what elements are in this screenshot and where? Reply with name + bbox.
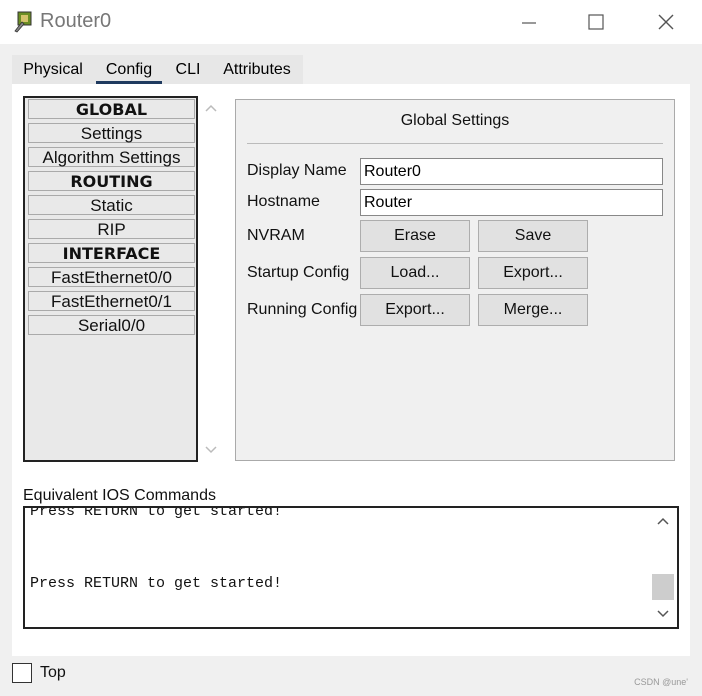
console-line: Press RETURN to get started! — [30, 506, 283, 520]
watermark: CSDN @une' — [634, 677, 688, 687]
sidebar-item-static[interactable]: Static — [28, 195, 195, 215]
startup-config-label: Startup Config — [247, 264, 350, 281]
ios-commands-label: Equivalent IOS Commands — [23, 487, 216, 504]
scroll-down-icon[interactable] — [204, 445, 218, 455]
title-bar: Router0 — [0, 0, 702, 44]
tab-cli[interactable]: CLI — [170, 55, 206, 85]
merge-running-button[interactable]: Merge... — [478, 294, 588, 326]
sidebar-item-serial0-0[interactable]: Serial0/0 — [28, 315, 195, 335]
erase-button[interactable]: Erase — [360, 220, 470, 252]
tab-attributes[interactable]: Attributes — [218, 55, 296, 85]
close-button[interactable] — [643, 4, 689, 40]
tab-physical[interactable]: Physical — [18, 55, 88, 85]
hostname-label: Hostname — [247, 193, 320, 210]
sidebar-item-settings[interactable]: Settings — [28, 123, 195, 143]
sidebar-item-fastethernet0-1[interactable]: FastEthernet0/1 — [28, 291, 195, 311]
sidebar-header-interface: INTERFACE — [28, 243, 195, 263]
config-sidebar: GLOBAL Settings Algorithm Settings ROUTI… — [23, 96, 198, 462]
tab-config-label: Config — [105, 61, 153, 78]
display-name-label: Display Name — [247, 162, 347, 179]
router-app-icon — [14, 11, 32, 33]
scroll-up-icon[interactable] — [656, 516, 670, 526]
export-running-button[interactable]: Export... — [360, 294, 470, 326]
sidebar-header-routing: ROUTING — [28, 171, 195, 191]
top-label: Top — [40, 664, 66, 681]
close-icon — [658, 14, 674, 30]
sidebar-header-global: GLOBAL — [28, 99, 195, 119]
panel-title: Global Settings — [400, 112, 510, 129]
sidebar-item-fastethernet0-0[interactable]: FastEthernet0/0 — [28, 267, 195, 287]
maximize-button[interactable] — [573, 4, 619, 40]
minimize-button[interactable] — [506, 4, 552, 40]
maximize-icon — [588, 14, 604, 30]
ios-commands-console[interactable]: Press RETURN to get started! Press RETUR… — [23, 506, 679, 629]
global-settings-panel: Global Settings Display Name Hostname NV… — [235, 99, 675, 461]
running-config-label: Running Config — [247, 301, 358, 318]
load-startup-button[interactable]: Load... — [360, 257, 470, 289]
divider — [247, 143, 663, 144]
sidebar-item-rip[interactable]: RIP — [28, 219, 195, 239]
save-button[interactable]: Save — [478, 220, 588, 252]
scroll-up-icon[interactable] — [204, 103, 218, 113]
tab-config[interactable]: Config — [96, 55, 162, 85]
nvram-label: NVRAM — [247, 227, 305, 244]
hostname-field[interactable] — [360, 189, 663, 216]
scroll-thumb[interactable] — [652, 574, 674, 600]
display-name-field[interactable] — [360, 158, 663, 185]
minimize-icon — [522, 22, 536, 24]
export-startup-button[interactable]: Export... — [478, 257, 588, 289]
top-checkbox[interactable] — [12, 663, 32, 683]
console-scrollbar[interactable] — [651, 508, 677, 627]
sidebar-item-algorithm-settings[interactable]: Algorithm Settings — [28, 147, 195, 167]
window-title: Router0 — [40, 10, 112, 32]
tab-bar: Physical Config CLI Attributes — [12, 55, 690, 85]
sidebar-scrollbar[interactable] — [198, 96, 226, 464]
scroll-down-icon[interactable] — [656, 609, 670, 619]
console-line: Press RETURN to get started! — [30, 575, 283, 592]
